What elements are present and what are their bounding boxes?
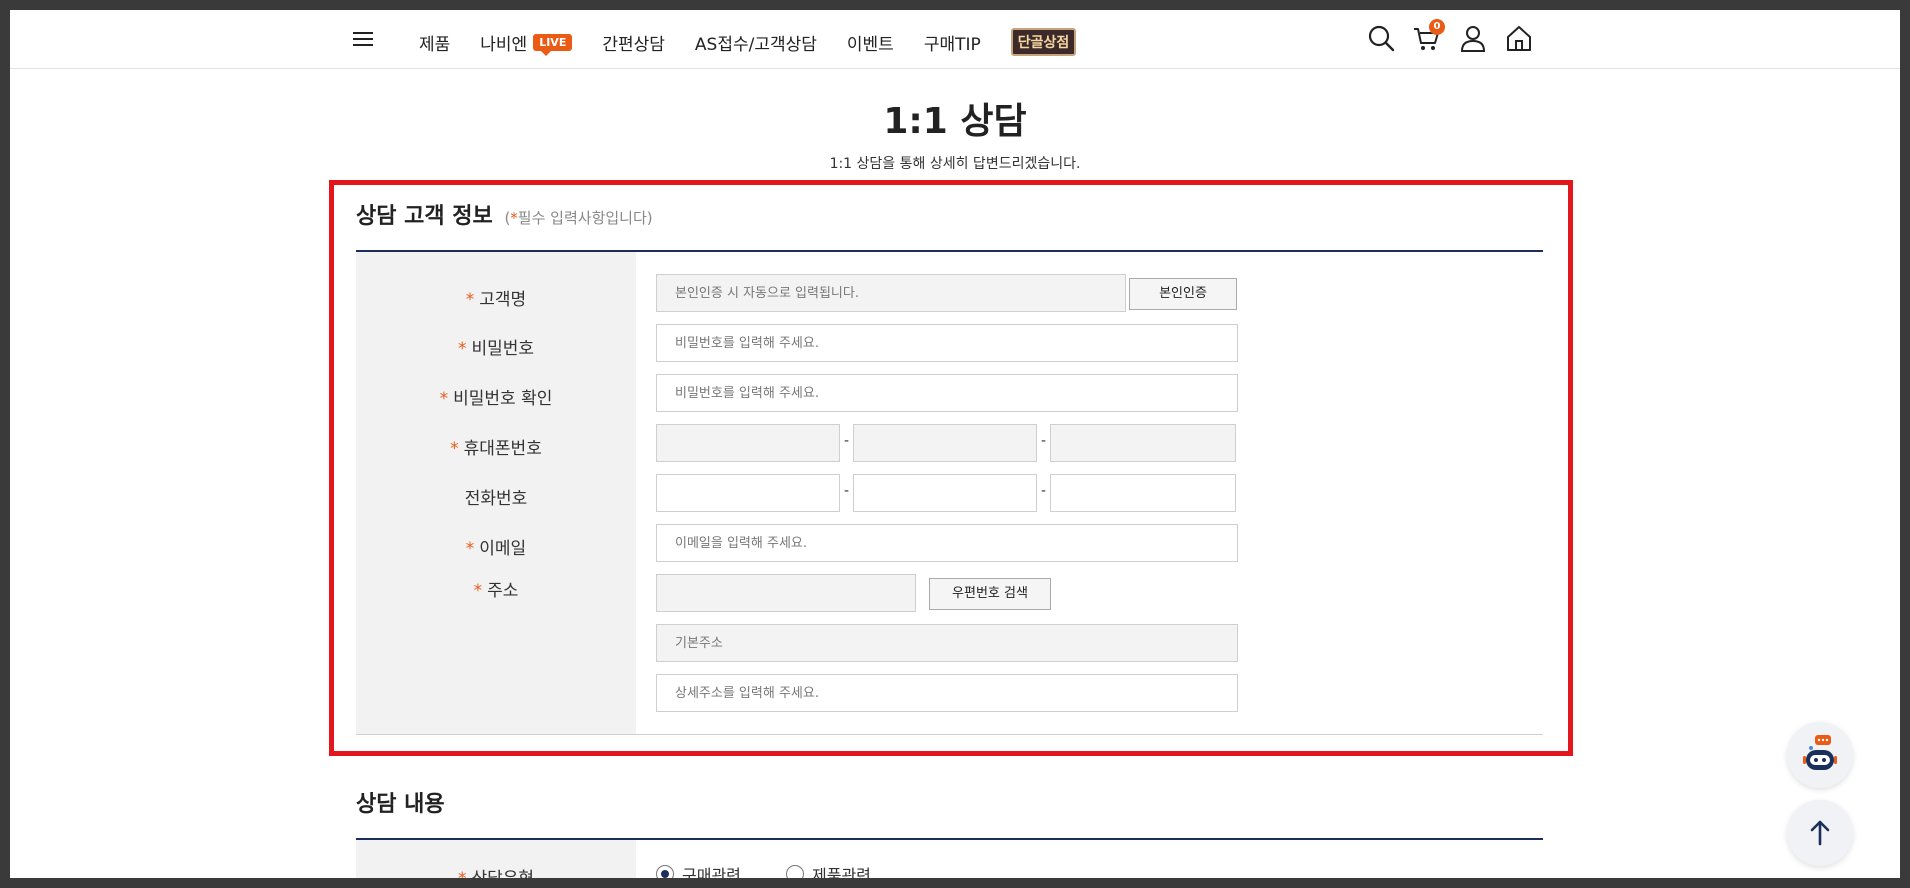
header-icons: 0 [1365, 19, 1549, 54]
nav-buy-tip[interactable]: 구매TIP [924, 30, 981, 55]
nav-label: 제품 [419, 34, 451, 55]
consult-content-title: 상담 내용 [356, 792, 445, 817]
nav-label: 이벤트 [846, 34, 894, 55]
radio-label: 구매관련 [682, 866, 741, 878]
page-title: 1:1 상담 [883, 101, 1027, 142]
radio-checked-icon [656, 865, 674, 878]
browser-viewport: 제품 나비엔 LIVE 간편상담 AS접수/고객상담 이벤트 구매TIP 단골상… [10, 10, 1900, 878]
radio-label: 제품관련 [812, 866, 871, 878]
label-consult-type: * 상담유형 [356, 864, 636, 878]
nav-label: 구매TIP [923, 34, 981, 55]
highlight-box [329, 180, 1573, 756]
scroll-top-button[interactable] [1787, 800, 1853, 866]
arrow-up-icon [1810, 820, 1830, 846]
nav-label: AS접수/고객상담 [694, 34, 817, 55]
chatbot-icon [1803, 735, 1837, 770]
nav-as-service[interactable]: AS접수/고객상담 [695, 30, 817, 55]
nav-navien-live[interactable]: 나비엔 LIVE [480, 30, 573, 56]
site-header: 제품 나비엔 LIVE 간편상담 AS접수/고객상담 이벤트 구매TIP 단골상… [10, 10, 1900, 69]
search-icon[interactable] [1365, 22, 1397, 54]
chatbot-button[interactable] [1787, 722, 1853, 788]
nav-special-shop[interactable]: 단골상점 [1010, 28, 1077, 56]
cart-icon[interactable]: 0 [1411, 19, 1445, 54]
nav-label: 나비엔 [480, 34, 528, 55]
label-text: 상담유형 [471, 869, 534, 878]
required-star: * [458, 869, 467, 878]
page-subtitle: 1:1 상담을 통해 상세히 답변드리겠습니다. [829, 156, 1081, 172]
nav-event[interactable]: 이벤트 [847, 30, 894, 55]
special-shop-badge: 단골상점 [1010, 28, 1077, 56]
nav-simple-consult[interactable]: 간편상담 [602, 30, 665, 55]
user-icon[interactable] [1457, 22, 1489, 54]
nav-products[interactable]: 제품 [419, 30, 450, 55]
main-nav: 제품 나비엔 LIVE 간편상담 AS접수/고객상담 이벤트 구매TIP 단골상… [419, 28, 1106, 56]
live-badge: LIVE [533, 33, 573, 56]
nav-label: 간편상담 [602, 34, 665, 55]
radio-purchase[interactable]: 구매관련 [656, 862, 741, 878]
home-icon[interactable] [1503, 22, 1535, 54]
cart-count-badge: 0 [1429, 19, 1445, 35]
radio-product[interactable]: 제품관련 [786, 862, 871, 878]
menu-icon[interactable] [353, 32, 373, 48]
radio-unchecked-icon [786, 865, 804, 878]
